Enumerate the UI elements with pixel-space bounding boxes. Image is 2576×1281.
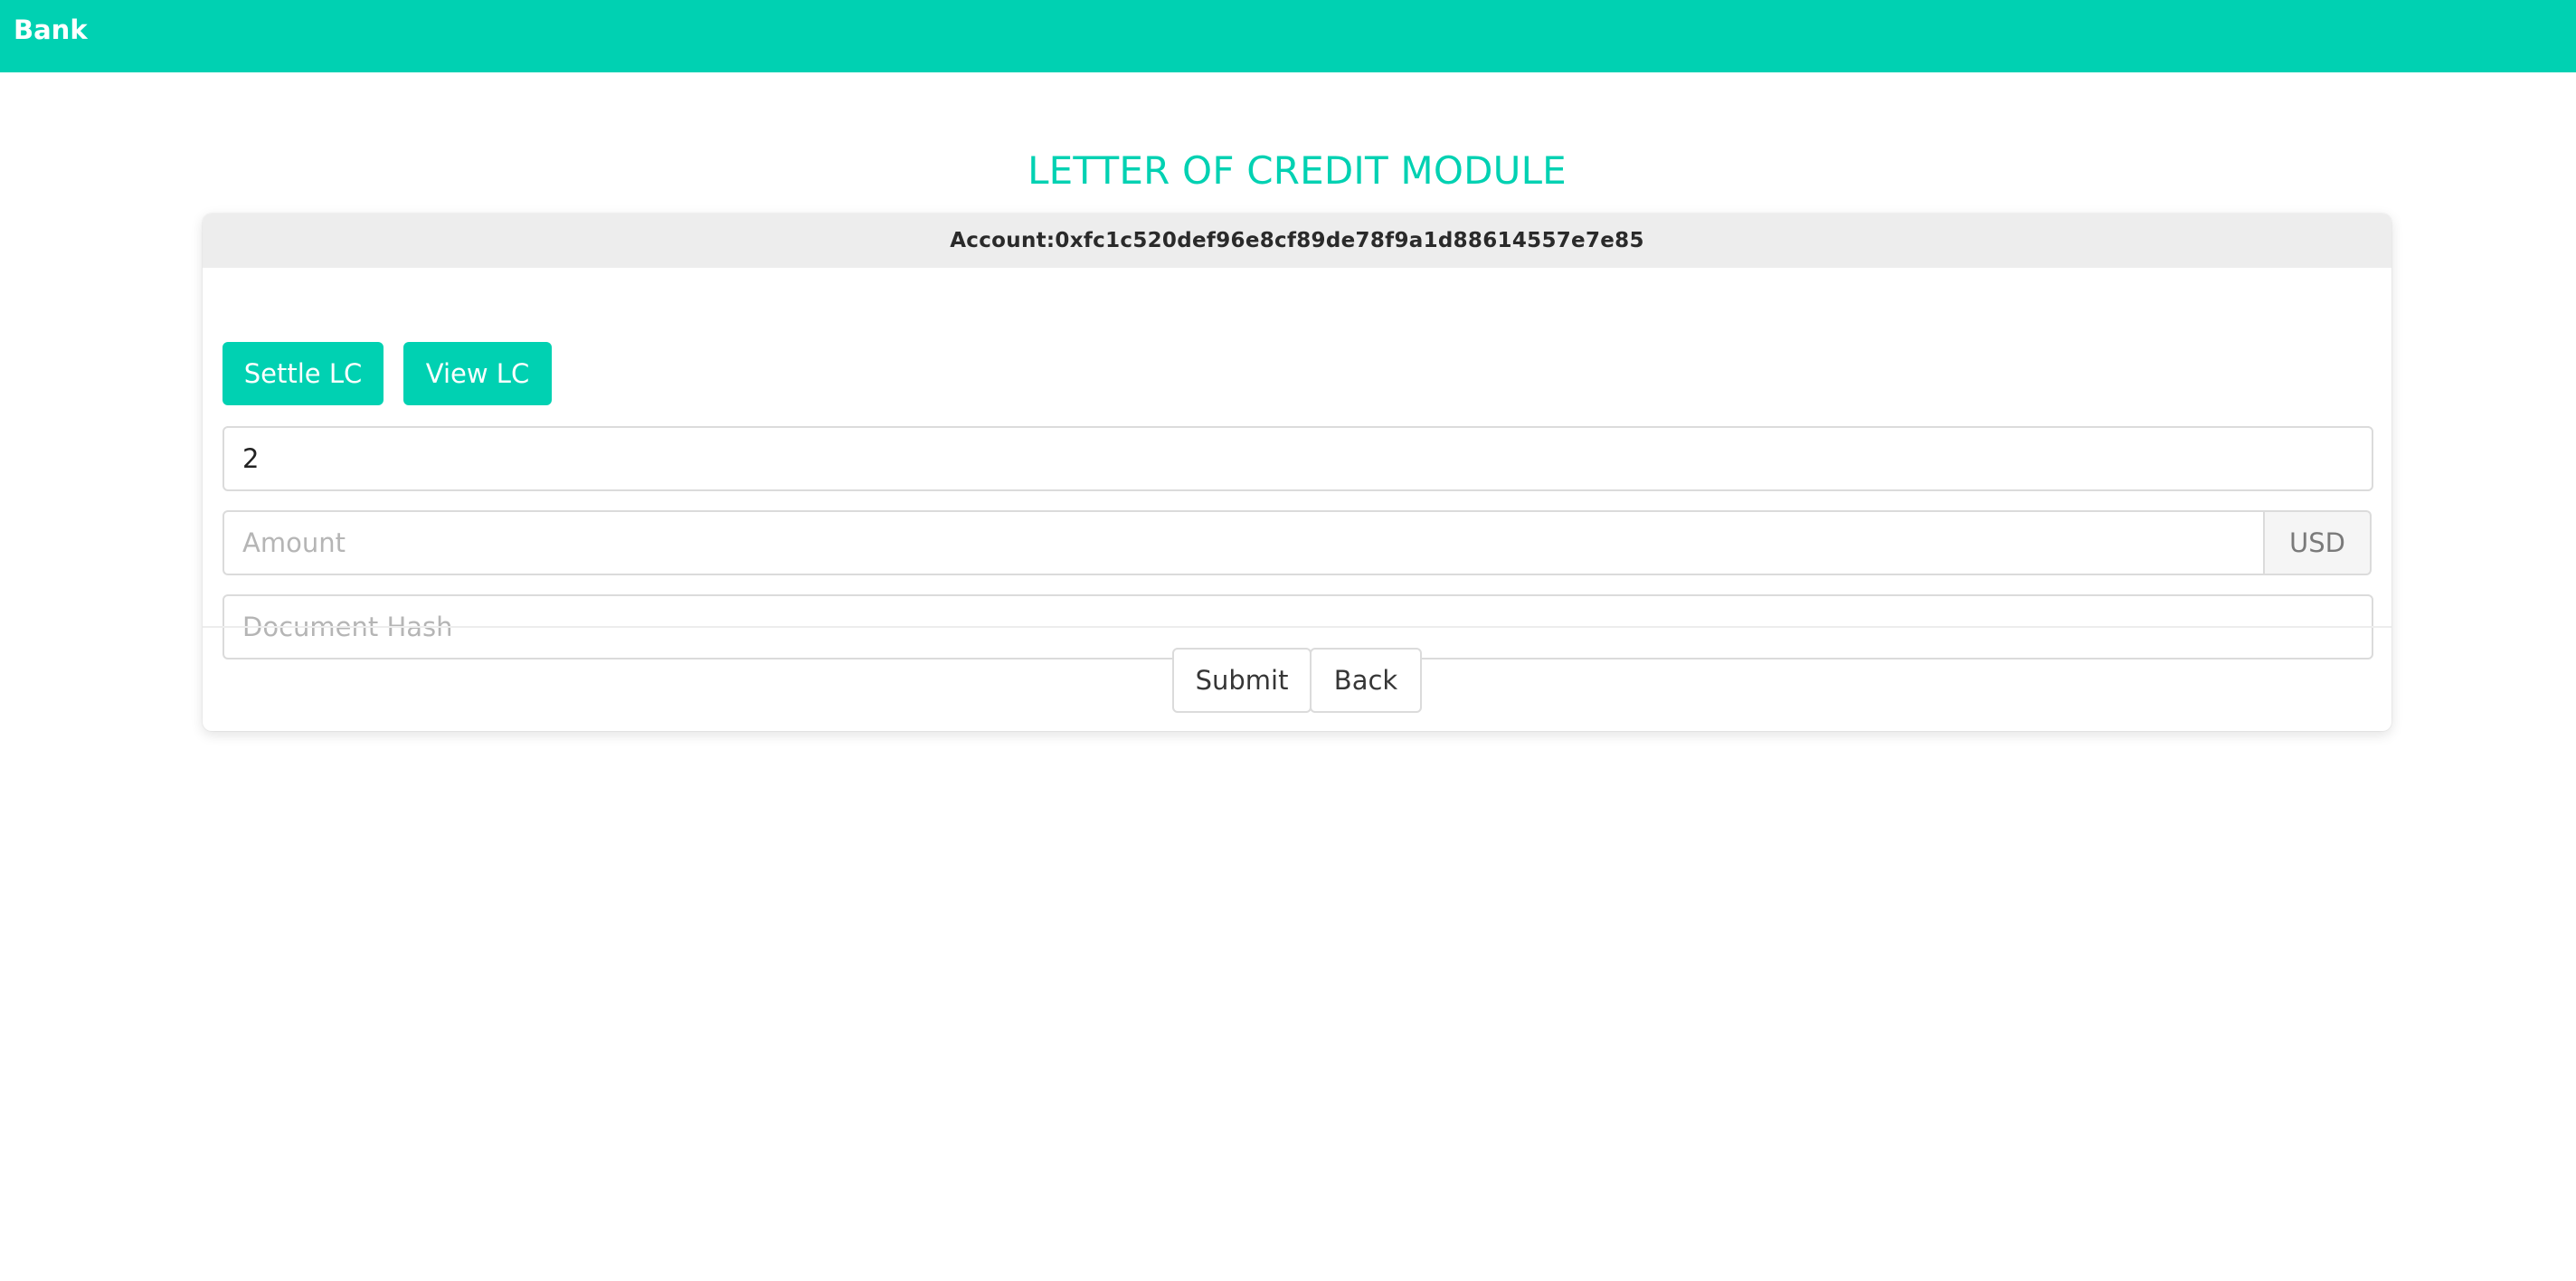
account-address: Account:0xfc1c520def96e8cf89de78f9a1d886…: [950, 229, 1644, 252]
submit-button[interactable]: Submit: [1172, 648, 1312, 713]
amount-input[interactable]: [223, 510, 2265, 575]
view-lc-button[interactable]: View LC: [403, 342, 552, 405]
amount-group: USD: [223, 510, 2372, 575]
account-header: Account:0xfc1c520def96e8cf89de78f9a1d886…: [203, 214, 2391, 268]
lc-id-input[interactable]: [223, 426, 2373, 491]
back-button[interactable]: Back: [1310, 648, 1422, 713]
card-body: Settle LC View LC USD: [203, 268, 2391, 659]
page-title: LETTER OF CREDIT MODULE: [1028, 148, 1567, 193]
settle-lc-button[interactable]: Settle LC: [223, 342, 384, 405]
top-navbar: Bank: [0, 0, 2576, 72]
currency-addon: USD: [2265, 510, 2372, 575]
lc-card: Account:0xfc1c520def96e8cf89de78f9a1d886…: [203, 214, 2391, 731]
brand-link[interactable]: Bank: [14, 14, 88, 45]
card-footer: Submit Back: [203, 626, 2391, 731]
